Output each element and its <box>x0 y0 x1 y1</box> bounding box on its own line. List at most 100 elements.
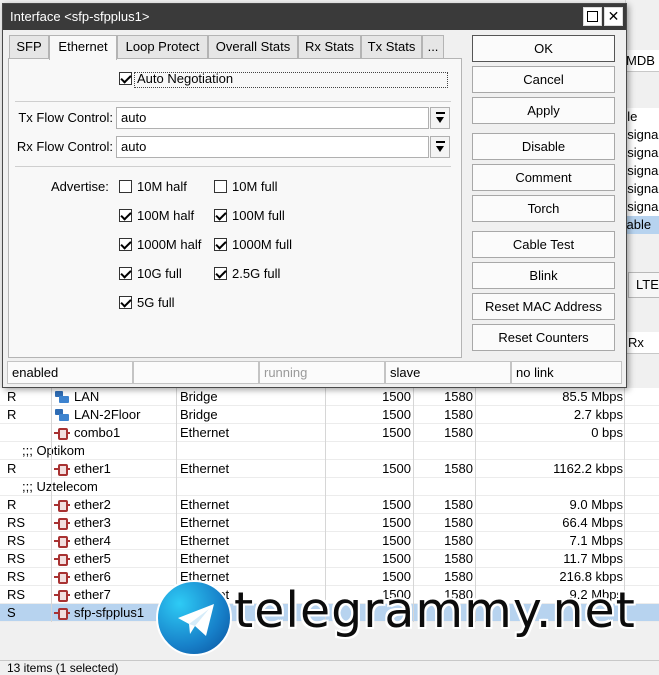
row-icon <box>54 406 70 424</box>
row-icon <box>54 388 70 406</box>
row-type: Bridge <box>180 407 218 422</box>
separator <box>15 101 451 102</box>
advertise-2-5g-full-label: 2.5G full <box>232 266 281 281</box>
watermark-text: telegrammy.net <box>234 582 636 639</box>
table-row[interactable]: Rether2 Ethernet 1500 1580 9.0 Mbps <box>0 496 659 514</box>
ok-button[interactable]: OK <box>472 35 615 62</box>
advertise-1000m-half-checkbox[interactable] <box>119 238 132 251</box>
bridge-icon <box>54 408 70 422</box>
table-row[interactable]: RS ether5 Ethernet 1500 1580 11.7 Mbps <box>0 550 659 568</box>
apply-button[interactable]: Apply <box>472 97 615 124</box>
advertise-1000m-half-label: 1000M half <box>137 237 202 252</box>
row-icon <box>54 532 70 550</box>
row-icon <box>54 460 70 478</box>
background-toolbar-area <box>625 0 659 48</box>
row-flags: RS <box>7 551 26 566</box>
dialog-titlebar[interactable]: Interface <sfp-sfpplus1> ✕ <box>3 4 626 30</box>
advertise-10g-full-checkbox[interactable] <box>119 267 132 280</box>
tab-sfp[interactable]: SFP <box>9 35 49 59</box>
row-icon <box>54 604 70 622</box>
row-mtu: 1500 <box>382 389 411 404</box>
group-comment: ;;; Uztelecom <box>22 479 98 494</box>
column-header-rx[interactable]: Rx <box>622 332 659 354</box>
advertise-100m-full-checkbox[interactable] <box>214 209 227 222</box>
group-comment-row[interactable]: ;;; Optikom <box>0 442 659 460</box>
close-button[interactable]: ✕ <box>604 7 623 26</box>
row-l2mtu: 1580 <box>444 425 473 440</box>
tx-flow-control-label: Tx Flow Control: <box>18 110 113 125</box>
tab-ethernet[interactable]: Ethernet <box>49 35 117 60</box>
tx-flow-control-select[interactable]: auto <box>116 107 429 129</box>
row-name: LAN-2Floor <box>74 407 141 422</box>
ethernet-icon <box>54 534 70 548</box>
rx-flow-control-dropdown-icon[interactable] <box>430 136 450 158</box>
reset-counters-button[interactable]: Reset Counters <box>472 324 615 351</box>
row-flags: R <box>7 461 17 476</box>
row-name: ether3 <box>74 515 111 530</box>
row-type: Ethernet <box>180 551 230 566</box>
tx-flow-control-dropdown-icon[interactable] <box>430 107 450 129</box>
table-row[interactable]: R LAN Bridge 1500 1580 85.5 Mbps <box>0 388 659 406</box>
tab-loop-protect[interactable]: Loop Protect <box>117 35 208 59</box>
column-divider <box>51 388 52 622</box>
row-mtu: 1500 <box>382 515 411 530</box>
tab-tx-stats[interactable]: Tx Stats <box>361 35 422 59</box>
column-header-mdb[interactable]: MDB <box>622 50 659 72</box>
status-running: running <box>259 361 385 384</box>
advertise-100m-half-label: 100M half <box>137 208 195 223</box>
advertise-10m-half-checkbox[interactable] <box>119 180 132 193</box>
separator <box>15 166 451 167</box>
tab-overall-stats[interactable]: Overall Stats <box>208 35 298 59</box>
disable-button[interactable]: Disable <box>472 133 615 160</box>
row-l2mtu: 1580 <box>444 389 473 404</box>
table-row[interactable]: combo1 Ethernet 1500 1580 0 bps <box>0 424 659 442</box>
table-row[interactable]: RS ether3 Ethernet 1500 1580 66.4 Mbps <box>0 514 659 532</box>
torch-button[interactable]: Torch <box>472 195 615 222</box>
tab-lte[interactable]: LTE <box>628 272 659 298</box>
row-icon <box>54 496 70 514</box>
advertise-100m-half-checkbox[interactable] <box>119 209 132 222</box>
advertise-1000m-full-checkbox[interactable] <box>214 238 227 251</box>
ethernet-icon <box>54 570 70 584</box>
close-icon: ✕ <box>607 8 620 24</box>
row-flags: RS <box>7 569 26 584</box>
row-type: Ethernet <box>180 533 230 548</box>
table-row[interactable]: Rether1 Ethernet 1500 1580 1162.2 kbps <box>0 460 659 478</box>
row-l2mtu: 1580 <box>444 497 473 512</box>
row-flags: S <box>7 605 16 620</box>
row-mtu: 1500 <box>382 533 411 548</box>
status-enabled: enabled <box>7 361 133 384</box>
row-rate: 11.7 Mbps <box>563 551 623 566</box>
row-name: LAN <box>74 389 100 404</box>
comment-button[interactable]: Comment <box>472 164 615 191</box>
blink-button[interactable]: Blink <box>472 262 615 289</box>
ethernet-icon <box>54 606 70 620</box>
group-comment-row[interactable]: ;;; Uztelecom <box>0 478 659 496</box>
row-mtu: 1500 <box>382 497 411 512</box>
table-row[interactable]: RS ether4 Ethernet 1500 1580 7.1 Mbps <box>0 532 659 550</box>
table-row[interactable]: R LAN-2Floor Bridge 1500 1580 2.7 kbps <box>0 406 659 424</box>
row-rate: 9.0 Mbps <box>569 497 623 512</box>
rx-flow-control-select[interactable]: auto <box>116 136 429 158</box>
row-mtu: 1500 <box>382 407 411 422</box>
advertise-10m-full-checkbox[interactable] <box>214 180 227 193</box>
tab-more[interactable]: ... <box>422 35 444 59</box>
row-rate: 7.1 Mbps <box>569 533 623 548</box>
cancel-button[interactable]: Cancel <box>472 66 615 93</box>
row-type: Ethernet <box>180 515 230 530</box>
advertise-5g-full-checkbox[interactable] <box>119 296 132 309</box>
interface-dialog: Interface <sfp-sfpplus1> ✕ SFP Ethernet … <box>2 3 627 388</box>
cable-test-button[interactable]: Cable Test <box>472 231 615 258</box>
advertise-2-5g-full-checkbox[interactable] <box>214 267 227 280</box>
ethernet-icon <box>54 588 70 602</box>
ethernet-icon <box>54 498 70 512</box>
reset-mac-address-button[interactable]: Reset MAC Address <box>472 293 615 320</box>
auto-negotiation-checkbox[interactable] <box>119 72 132 85</box>
row-flags: R <box>7 497 17 512</box>
advertise-label: Advertise: <box>51 179 109 194</box>
telegram-logo-icon <box>156 580 232 656</box>
paper-plane-icon <box>178 604 214 636</box>
row-rate: 0 bps <box>591 425 623 440</box>
maximize-button[interactable] <box>583 7 602 26</box>
tab-rx-stats[interactable]: Rx Stats <box>298 35 361 59</box>
